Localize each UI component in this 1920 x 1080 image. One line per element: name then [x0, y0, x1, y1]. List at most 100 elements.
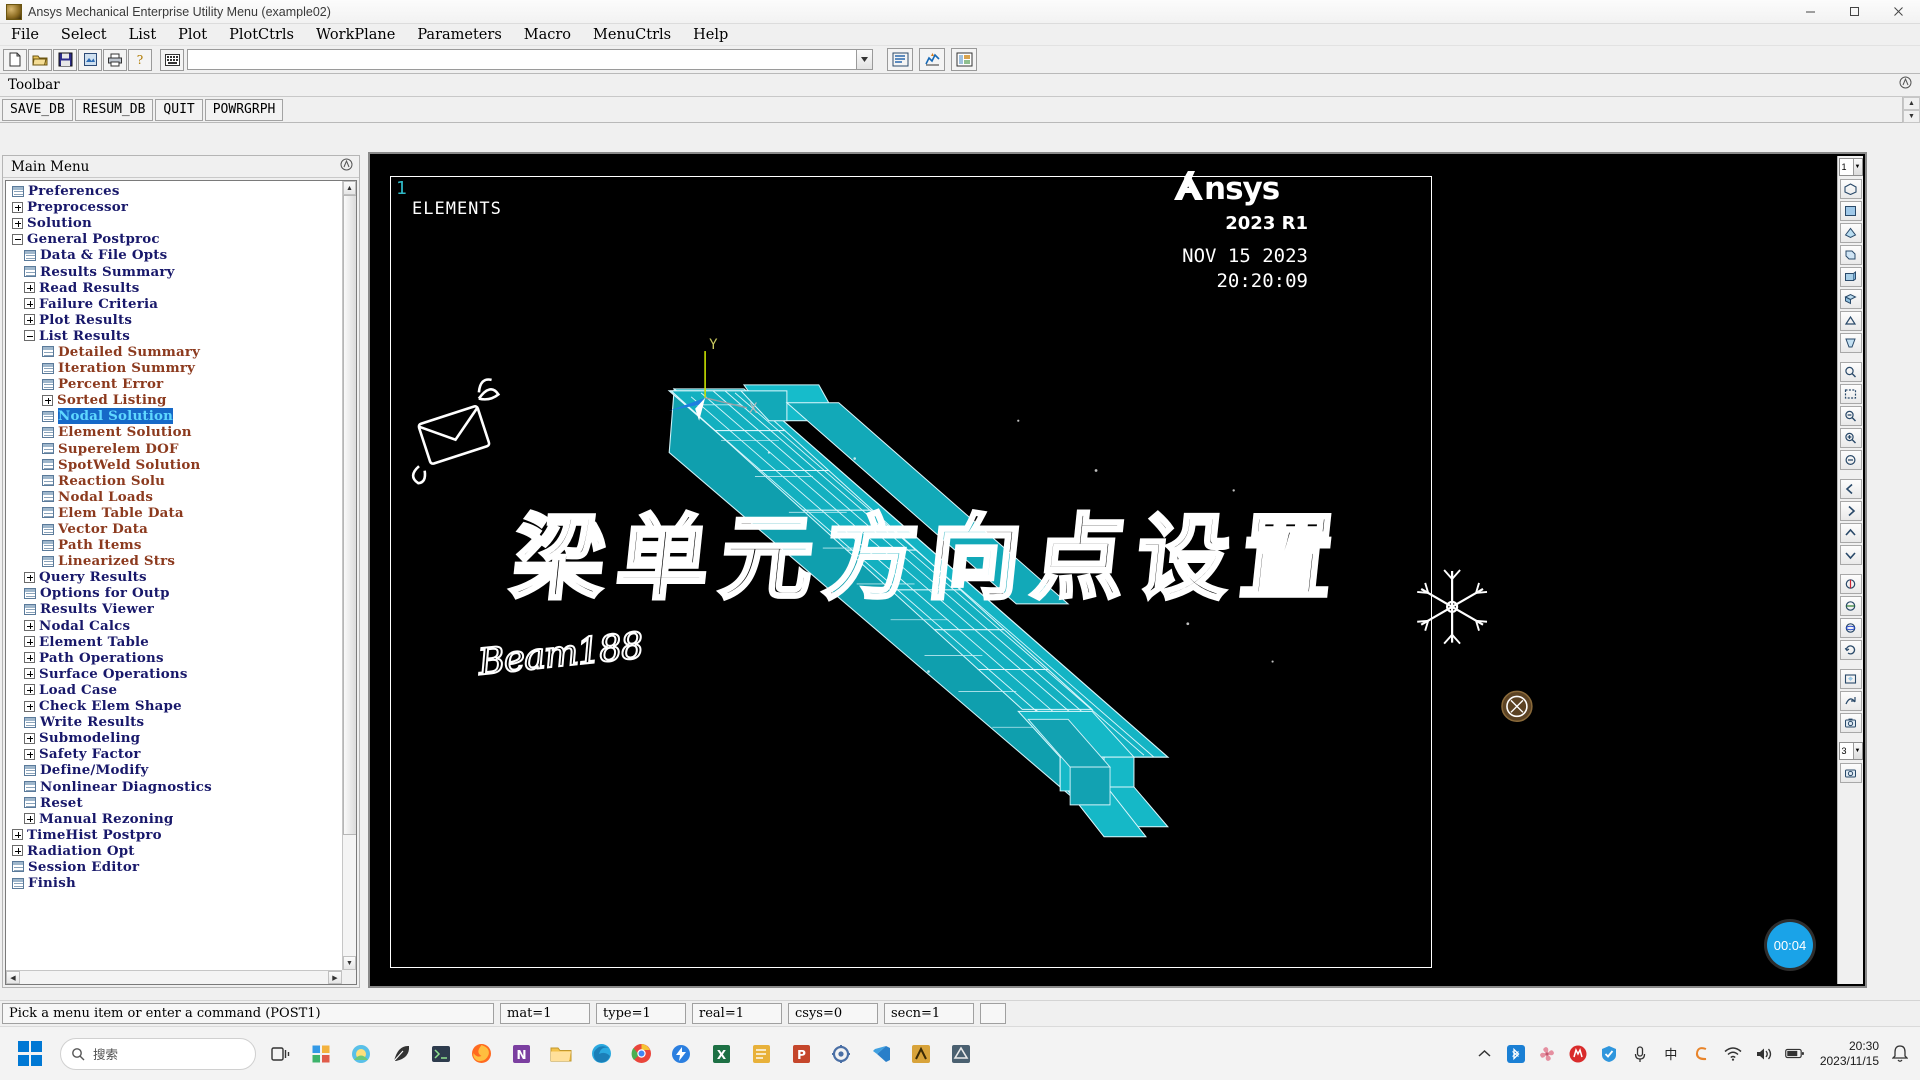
- left-view-icon[interactable]: [1839, 311, 1862, 331]
- rotate-y-icon[interactable]: [1839, 596, 1862, 616]
- red-shield-icon[interactable]: [1568, 1044, 1588, 1064]
- tree-item-vector-data[interactable]: Vector Data: [6, 521, 342, 537]
- tree-item-results-viewer[interactable]: Results Viewer: [6, 601, 342, 617]
- tree-item-manual-rezoning[interactable]: Manual Rezoning: [6, 811, 342, 827]
- ansys-workbench-icon[interactable]: [951, 48, 977, 71]
- toolbar-pin-icon[interactable]: [1899, 76, 1912, 94]
- tree-item-timehist-postpro[interactable]: TimeHist Postpro: [6, 827, 342, 843]
- feather-app-icon[interactable]: [386, 1039, 416, 1069]
- pan-right-icon[interactable]: [1839, 501, 1862, 521]
- ime-chinese-icon[interactable]: 中: [1661, 1044, 1681, 1064]
- tree-scroll-left[interactable]: ◀: [6, 971, 20, 984]
- print-preview-icon[interactable]: [78, 48, 102, 71]
- toolbar-scroll-up[interactable]: ▲: [1903, 97, 1920, 110]
- snapshot-icon[interactable]: [1839, 713, 1862, 733]
- back-view-icon[interactable]: [1839, 267, 1862, 287]
- collapse-icon[interactable]: [12, 233, 23, 245]
- microphone-icon[interactable]: [1630, 1044, 1650, 1064]
- tree-scroll-down[interactable]: ▼: [343, 956, 356, 970]
- front-view-icon[interactable]: [1839, 201, 1862, 221]
- tree-item-superelem-dof[interactable]: Superelem DOF: [6, 441, 342, 457]
- tree-item-submodeling[interactable]: Submodeling: [6, 730, 342, 746]
- expand-icon[interactable]: [24, 732, 35, 744]
- tree-item-data-file-opts[interactable]: Data & File Opts: [6, 247, 342, 263]
- rotate-free-icon[interactable]: [1839, 640, 1862, 660]
- terminal-icon[interactable]: [426, 1039, 456, 1069]
- edge-icon[interactable]: [586, 1039, 616, 1069]
- tree-item-path-operations[interactable]: Path Operations: [6, 650, 342, 666]
- start-button[interactable]: [8, 1036, 52, 1072]
- oblique-view-icon[interactable]: [1839, 333, 1862, 353]
- tree-item-elem-table-data[interactable]: Elem Table Data: [6, 505, 342, 521]
- photos-icon[interactable]: [346, 1039, 376, 1069]
- menu-select[interactable]: Select: [50, 27, 118, 43]
- toolbar-scroll-down[interactable]: ▼: [1903, 110, 1920, 123]
- expand-icon[interactable]: [24, 620, 35, 632]
- command-keyboard-icon[interactable]: [160, 48, 184, 71]
- menu-plotctrls[interactable]: PlotCtrls: [218, 27, 305, 43]
- expand-icon[interactable]: [12, 217, 23, 229]
- tree-item-sorted-listing[interactable]: Sorted Listing: [6, 392, 342, 408]
- graphics-window-selector[interactable]: 1 ▼: [1838, 158, 1863, 176]
- rotate-x-icon[interactable]: [1839, 574, 1862, 594]
- new-file-icon[interactable]: [3, 48, 27, 71]
- menu-file[interactable]: File: [0, 27, 50, 43]
- graphics-canvas[interactable]: 1 ELEMENTS nsys 2023 R1 NOV 15 2023 20:2…: [370, 154, 1865, 986]
- tree-item-iteration-summry[interactable]: Iteration Summry: [6, 360, 342, 376]
- chevron-up-icon[interactable]: [1475, 1044, 1495, 1064]
- tree-item-options-for-outp[interactable]: Options for Outp: [6, 585, 342, 601]
- notification-bell-icon[interactable]: [1890, 1044, 1910, 1064]
- fan-control-icon[interactable]: [1537, 1044, 1557, 1064]
- ansys-app-icon-taskbar[interactable]: [906, 1039, 936, 1069]
- tree-item-surface-operations[interactable]: Surface Operations: [6, 666, 342, 682]
- zoom-in-icon[interactable]: [1839, 428, 1862, 448]
- zoom-out-icon[interactable]: [1839, 450, 1862, 470]
- expand-icon[interactable]: [24, 298, 35, 310]
- chevron-down-icon[interactable]: ▼: [1852, 159, 1862, 175]
- volume-icon[interactable]: [1754, 1044, 1774, 1064]
- tree-scroll-track[interactable]: [343, 195, 356, 956]
- widgets-icon[interactable]: [306, 1039, 336, 1069]
- print-icon[interactable]: [103, 48, 127, 71]
- tree-item-reset[interactable]: Reset: [6, 795, 342, 811]
- tree-item-check-elem-shape[interactable]: Check Elem Shape: [6, 698, 342, 714]
- tree-item-element-table[interactable]: Element Table: [6, 634, 342, 650]
- tree-item-define-modify[interactable]: Define/Modify: [6, 762, 342, 778]
- reset-view-icon[interactable]: [1839, 691, 1862, 711]
- toolbar-button-powrgrph[interactable]: POWRGRPH: [204, 98, 284, 121]
- expand-icon[interactable]: [24, 282, 35, 294]
- tree-scroll-up[interactable]: ▲: [343, 181, 356, 195]
- expand-icon[interactable]: [24, 748, 35, 760]
- bluetooth-icon[interactable]: [1506, 1044, 1526, 1064]
- tree-item-nodal-loads[interactable]: Nodal Loads: [6, 489, 342, 505]
- pan-left-icon[interactable]: [1839, 479, 1862, 499]
- tree-scroll-thumb[interactable]: [343, 195, 356, 835]
- expand-icon[interactable]: [24, 314, 35, 326]
- menu-plot[interactable]: Plot: [167, 27, 218, 43]
- collapse-icon[interactable]: [24, 330, 35, 342]
- chevron-down-icon-2[interactable]: ▼: [1852, 743, 1862, 759]
- expand-icon[interactable]: [12, 845, 23, 857]
- right-view-icon[interactable]: [1839, 245, 1862, 265]
- tree-item-linearized-strs[interactable]: Linearized Strs: [6, 553, 342, 569]
- zoom-box-icon[interactable]: [1839, 362, 1862, 382]
- tree-item-results-summary[interactable]: Results Summary: [6, 263, 342, 280]
- menu-help[interactable]: Help: [682, 27, 739, 43]
- toolbar-button-quit[interactable]: QUIT: [155, 98, 203, 121]
- taskbar-clock[interactable]: 20:30 2023/11/15: [1820, 1039, 1879, 1069]
- expand-icon[interactable]: [24, 813, 35, 825]
- graphics-style-selector[interactable]: 3 ▼: [1838, 742, 1863, 760]
- tree-item-finish[interactable]: Finish: [6, 875, 342, 891]
- bottom-view-icon[interactable]: [1839, 289, 1862, 309]
- sogou-input-icon[interactable]: [1692, 1044, 1712, 1064]
- menu-parameters[interactable]: Parameters: [406, 27, 512, 43]
- save-icon[interactable]: [53, 48, 77, 71]
- settings-gear-icon[interactable]: [826, 1039, 856, 1069]
- tree-item-failure-criteria[interactable]: Failure Criteria: [6, 296, 342, 312]
- expand-icon[interactable]: [24, 700, 35, 712]
- iso-view-icon[interactable]: [1839, 179, 1862, 199]
- tree-item-detailed-summary[interactable]: Detailed Summary: [6, 344, 342, 360]
- tree-item-preprocessor[interactable]: Preprocessor: [6, 199, 342, 215]
- tree-vertical-scrollbar[interactable]: ▲ ▼: [342, 181, 356, 970]
- menu-list[interactable]: List: [118, 27, 168, 43]
